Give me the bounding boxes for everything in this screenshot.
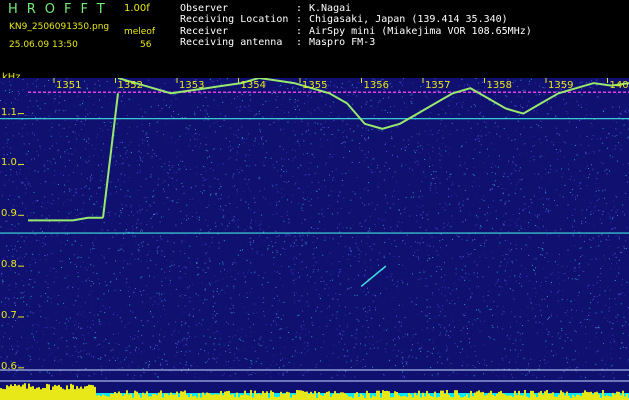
x-tick-label: 1358	[486, 80, 512, 91]
info-label-location: Receiving Location	[180, 14, 289, 25]
info-sep: :	[296, 26, 303, 37]
x-tick-label: 1356	[363, 80, 389, 91]
datetime: 25.06.09 13:50	[9, 40, 78, 50]
x-tick-label: 1355	[302, 80, 328, 91]
y-tick-label: 0.7	[1, 309, 17, 321]
x-tick-label: 1353	[179, 80, 205, 91]
info-value-receiver: AirSpy mini (Miakejima VOR 108.65MHz)	[309, 26, 532, 37]
x-tick-label: 1351	[56, 80, 82, 91]
x-tick-label: 1354	[240, 80, 266, 91]
marks-layer	[0, 78, 629, 400]
mode-label: meleof	[124, 27, 156, 37]
header-panel: HROFFT 1.00f KN9_2506091350.png meleof 2…	[0, 0, 629, 83]
x-tick-label: 1352	[117, 80, 143, 91]
x-tick-label: 1400	[609, 80, 629, 91]
file-name: KN9_2506091350.png	[9, 22, 110, 32]
x-tick-label: 1357	[425, 80, 451, 91]
version-label: 1.00f	[124, 3, 150, 14]
signal-bars	[0, 383, 629, 400]
info-sep: :	[296, 3, 303, 14]
info-label-receiver: Receiver	[180, 26, 229, 37]
info-sep: :	[296, 14, 303, 25]
info-value-location: Chigasaki, Japan (139.414 35.340)	[309, 14, 508, 25]
info-label-antenna: Receiving antenna	[180, 37, 283, 48]
y-tick-label: 1.1	[1, 106, 17, 118]
count-value: 56	[140, 40, 152, 50]
info-label-observer: Observer	[180, 3, 229, 14]
grid-layer	[18, 78, 608, 369]
spectrogram-svg	[0, 78, 629, 400]
y-tick-label: 0.8	[1, 259, 17, 271]
trace-jump	[102, 93, 119, 218]
x-tick-label: 1359	[548, 80, 574, 91]
noise-layer	[0, 78, 629, 379]
spectrogram-plot[interactable]: 1.1 1.0 0.9 0.8 0.7 0.6 1351 1352 1353 1354 1355 13…	[0, 78, 629, 400]
info-value-antenna: Maspro FM-3	[309, 37, 376, 48]
info-sep: :	[296, 37, 303, 48]
info-value-observer: K.Nagai	[309, 3, 352, 14]
app-title: HROFFT	[8, 2, 114, 17]
y-tick-label: 0.6	[1, 360, 17, 372]
y-tick-label: 0.9	[1, 208, 17, 220]
y-tick-label: 1.0	[1, 157, 17, 169]
lower-trace	[28, 216, 103, 222]
